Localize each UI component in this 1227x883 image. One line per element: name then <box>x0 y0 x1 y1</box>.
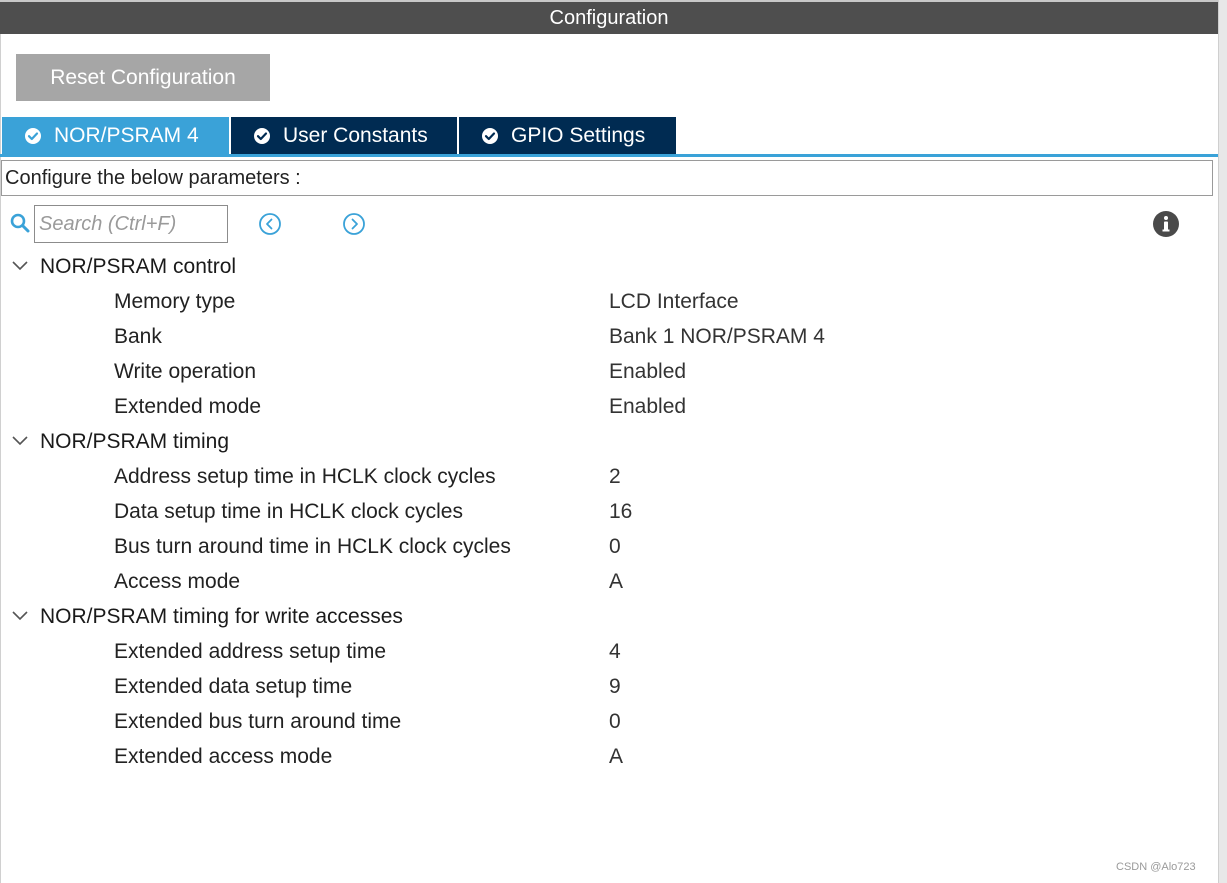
window-title-bar: Configuration <box>0 0 1218 34</box>
param-value[interactable]: 16 <box>609 494 632 529</box>
reset-configuration-button[interactable]: Reset Configuration <box>16 54 270 101</box>
param-name: Extended address setup time <box>114 640 386 663</box>
window-scrollbar-edge <box>1218 0 1227 883</box>
param-row-extended-bus-turn-around-time[interactable]: Extended bus turn around time 0 <box>0 704 1218 739</box>
param-row-extended-access-mode[interactable]: Extended access mode A <box>0 739 1218 774</box>
chevron-down-icon[interactable] <box>11 434 29 448</box>
tab-bar: NOR/PSRAM 4 User Constants GPIO Settings <box>2 117 678 154</box>
param-value[interactable]: A <box>609 739 623 774</box>
param-row-extended-mode[interactable]: Extended mode Enabled <box>0 389 1218 424</box>
param-row-write-operation[interactable]: Write operation Enabled <box>0 354 1218 389</box>
param-row-extended-data-setup-time[interactable]: Extended data setup time 9 <box>0 669 1218 704</box>
parameters-hint: Configure the below parameters : <box>1 160 1213 196</box>
previous-result-icon[interactable] <box>258 212 282 236</box>
group-nor-psram-timing-write[interactable]: NOR/PSRAM timing for write accesses <box>0 599 1218 634</box>
check-circle-icon <box>482 127 498 144</box>
check-circle-icon <box>254 127 270 144</box>
param-name: Data setup time in HCLK clock cycles <box>114 500 463 523</box>
param-value[interactable]: Bank 1 NOR/PSRAM 4 <box>609 319 825 354</box>
param-row-data-setup-time[interactable]: Data setup time in HCLK clock cycles 16 <box>0 494 1218 529</box>
tab-user-constants[interactable]: User Constants <box>231 117 457 154</box>
param-row-memory-type[interactable]: Memory type LCD Interface <box>0 284 1218 319</box>
group-nor-psram-control[interactable]: NOR/PSRAM control <box>0 249 1218 284</box>
param-name: Bank <box>114 325 162 348</box>
param-value[interactable]: Enabled <box>609 354 686 389</box>
group-nor-psram-timing[interactable]: NOR/PSRAM timing <box>0 424 1218 459</box>
param-name: Address setup time in HCLK clock cycles <box>114 465 496 488</box>
param-name: Extended bus turn around time <box>114 710 402 733</box>
param-value[interactable]: Enabled <box>609 389 686 424</box>
parameter-tree: NOR/PSRAM control Memory type LCD Interf… <box>0 249 1218 774</box>
param-row-address-setup-time[interactable]: Address setup time in HCLK clock cycles … <box>0 459 1218 494</box>
param-name: Extended data setup time <box>114 675 353 698</box>
tab-underline <box>0 154 1218 157</box>
param-value[interactable]: 4 <box>609 634 621 669</box>
group-title: NOR/PSRAM timing <box>40 430 230 453</box>
window-title: Configuration <box>549 7 669 29</box>
param-name: Extended access mode <box>114 745 333 768</box>
group-title: NOR/PSRAM timing for write accesses <box>40 605 403 628</box>
check-circle-icon <box>25 127 41 144</box>
chevron-down-icon[interactable] <box>11 609 29 623</box>
tab-gpio-settings[interactable]: GPIO Settings <box>459 117 676 154</box>
chevron-down-icon[interactable] <box>11 259 29 273</box>
param-value[interactable]: A <box>609 564 623 599</box>
param-name: Access mode <box>114 570 241 593</box>
param-row-bus-turn-around-time[interactable]: Bus turn around time in HCLK clock cycle… <box>0 529 1218 564</box>
search-input[interactable] <box>34 205 228 243</box>
tab-label: GPIO Settings <box>511 123 646 147</box>
param-value[interactable]: 0 <box>609 529 621 564</box>
watermark: CSDN @Alo723 <box>1116 861 1196 873</box>
param-value[interactable]: 2 <box>609 459 621 494</box>
info-icon[interactable] <box>1152 210 1180 238</box>
param-name: Bus turn around time in HCLK clock cycle… <box>114 535 511 558</box>
param-name: Write operation <box>114 360 257 383</box>
param-value[interactable]: 9 <box>609 669 621 704</box>
tab-nor-psram-4[interactable]: NOR/PSRAM 4 <box>2 117 229 154</box>
search-icon[interactable] <box>9 212 31 234</box>
param-value[interactable]: LCD Interface <box>609 284 739 319</box>
param-name: Extended mode <box>114 395 262 418</box>
tab-label: NOR/PSRAM 4 <box>54 123 199 147</box>
group-title: NOR/PSRAM control <box>40 255 237 278</box>
param-row-access-mode[interactable]: Access mode A <box>0 564 1218 599</box>
next-result-icon[interactable] <box>342 212 366 236</box>
param-value[interactable]: 0 <box>609 704 621 739</box>
param-row-bank[interactable]: Bank Bank 1 NOR/PSRAM 4 <box>0 319 1218 354</box>
param-row-extended-address-setup-time[interactable]: Extended address setup time 4 <box>0 634 1218 669</box>
tab-label: User Constants <box>283 123 428 147</box>
param-name: Memory type <box>114 290 236 313</box>
